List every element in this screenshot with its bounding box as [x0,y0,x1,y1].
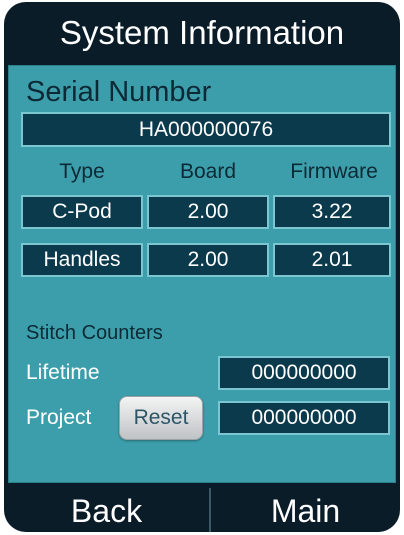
reset-button[interactable]: Reset [119,396,203,440]
serial-number-label: Serial Number [26,76,212,108]
column-header-type: Type [59,160,105,183]
firmware-cell-handles: 2.01 [273,243,391,277]
lifetime-counter-value: 000000000 [218,356,390,390]
column-header-board: Board [179,160,237,183]
stitch-counters-label: Stitch Counters [26,322,163,344]
board-cell-cpod: 2.00 [147,195,269,229]
lifetime-label: Lifetime [26,361,100,384]
info-panel: Serial Number HA000000076 Type Board Fir… [8,65,396,483]
project-counter-value: 000000000 [218,401,390,435]
type-cell-handles: Handles [21,243,143,277]
board-cell-handles: 2.00 [147,243,269,277]
device-frame: System Information Serial Number HA00000… [4,2,400,532]
back-button[interactable]: Back [4,488,209,532]
project-label: Project [26,406,92,429]
main-button[interactable]: Main [211,488,400,532]
page-title: System Information [59,14,345,51]
type-cell-cpod: C-Pod [21,195,143,229]
firmware-cell-cpod: 3.22 [273,195,391,229]
serial-number-value: HA000000076 [21,112,391,147]
column-header-firmware: Firmware [290,160,378,183]
